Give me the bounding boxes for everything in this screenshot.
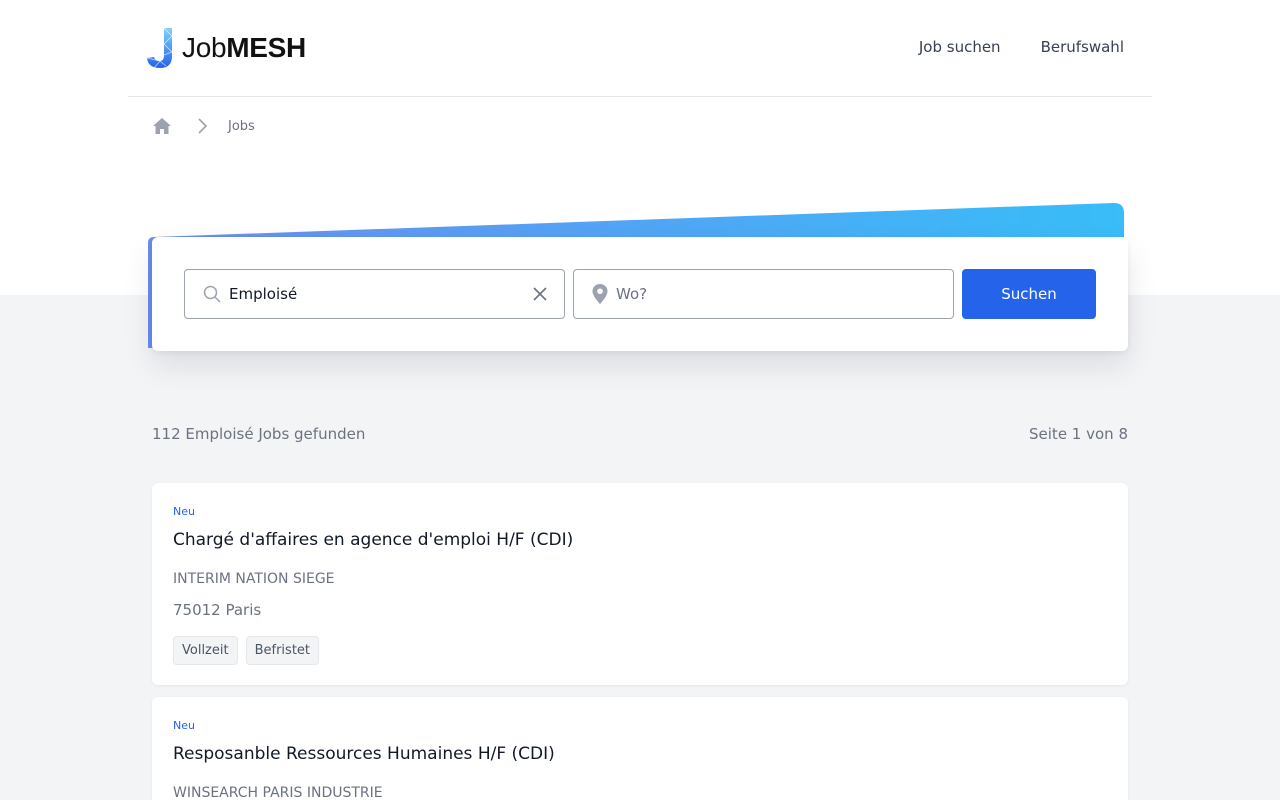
breadcrumb: Jobs bbox=[152, 116, 255, 136]
job-title[interactable]: Chargé d'affaires en agence d'emploi H/F… bbox=[173, 530, 573, 550]
clear-icon[interactable] bbox=[532, 286, 548, 302]
where-input[interactable] bbox=[616, 285, 896, 303]
job-company: INTERIM NATION SIEGE bbox=[173, 571, 335, 587]
job-tag: Vollzeit bbox=[173, 636, 238, 665]
page-indicator: Seite 1 von 8 bbox=[1029, 425, 1128, 443]
job-card[interactable]: Neu Chargé d'affaires en agence d'emploi… bbox=[152, 483, 1128, 685]
nav-berufswahl[interactable]: Berufswahl bbox=[1041, 38, 1124, 56]
home-icon[interactable] bbox=[152, 116, 172, 136]
job-card[interactable]: Neu Resposanble Ressources Humaines H/F … bbox=[152, 697, 1128, 800]
job-tags: Vollzeit Befristet bbox=[173, 636, 320, 665]
logo-mark-icon bbox=[146, 27, 173, 69]
jobmesh-logo[interactable]: JobMESH bbox=[144, 26, 306, 70]
where-field[interactable] bbox=[573, 269, 954, 319]
job-tag: Befristet bbox=[245, 636, 320, 665]
result-count: 112 Emploisé Jobs gefunden bbox=[152, 425, 366, 443]
search-icon bbox=[203, 285, 221, 303]
job-title[interactable]: Resposanble Ressources Humaines H/F (CDI… bbox=[173, 744, 555, 764]
breadcrumb-current: Jobs bbox=[228, 118, 255, 134]
new-badge: Neu bbox=[173, 719, 195, 732]
search-panel: Suchen bbox=[152, 237, 1128, 351]
location-pin-icon bbox=[592, 284, 608, 304]
what-input[interactable] bbox=[229, 285, 509, 303]
main-nav: Job suchen Berufswahl bbox=[919, 38, 1124, 56]
nav-job-suchen[interactable]: Job suchen bbox=[919, 38, 1001, 56]
logo-text: JobMESH bbox=[182, 32, 306, 63]
job-company: WINSEARCH PARIS INDUSTRIE bbox=[173, 785, 383, 800]
site-header: JobMESH Job suchen Berufswahl bbox=[128, 0, 1152, 97]
chevron-right-icon bbox=[198, 118, 208, 134]
search-button[interactable]: Suchen bbox=[962, 269, 1096, 319]
what-field[interactable] bbox=[184, 269, 565, 319]
job-location: 75012 Paris bbox=[173, 601, 262, 619]
new-badge: Neu bbox=[173, 505, 195, 518]
